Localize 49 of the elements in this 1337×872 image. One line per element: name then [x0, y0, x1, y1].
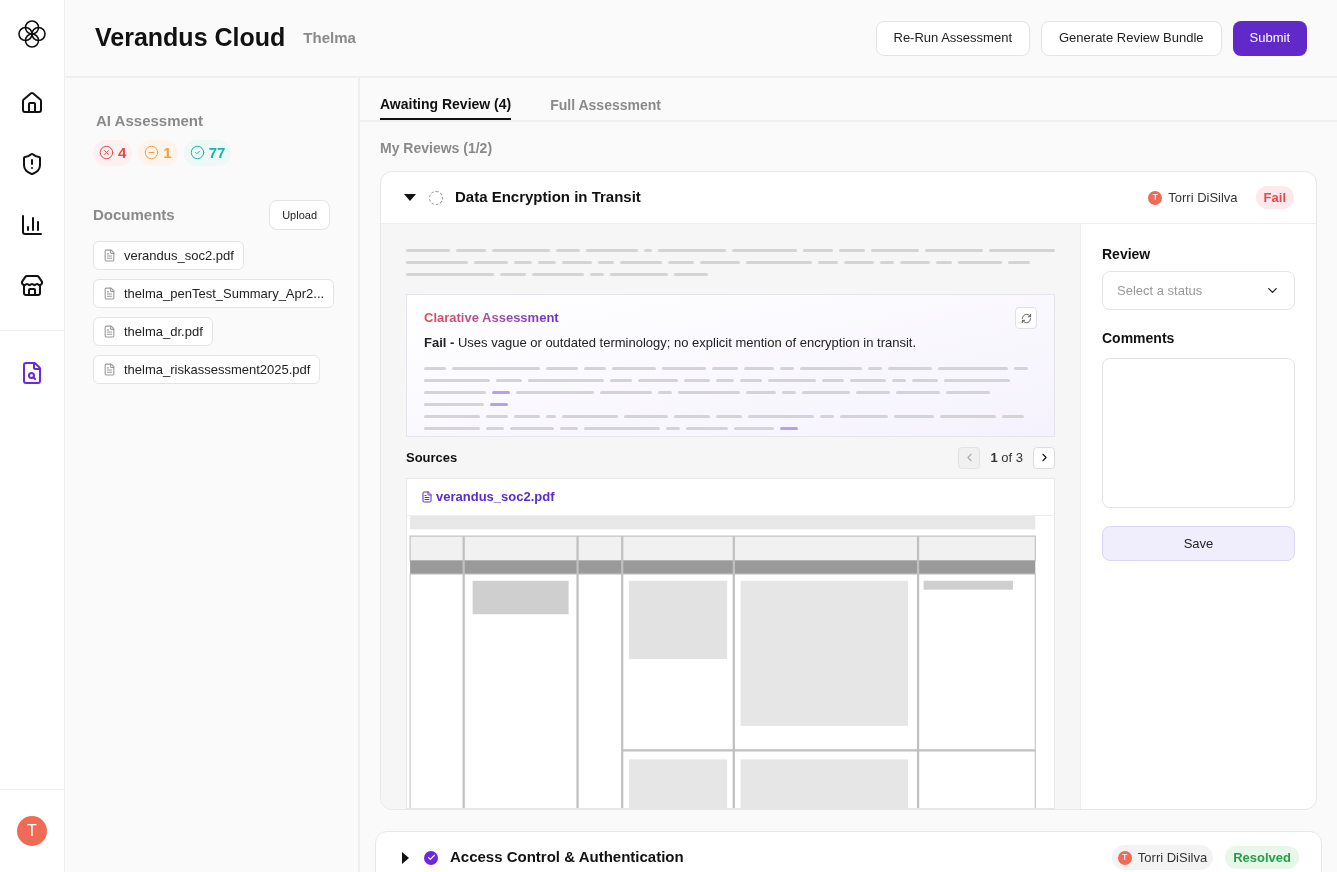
- comments-field[interactable]: [1102, 358, 1295, 508]
- submit-button[interactable]: Submit: [1232, 20, 1307, 56]
- document-chip[interactable]: thelma_riskassessment2025.pdf: [93, 355, 321, 384]
- store-icon[interactable]: [20, 274, 44, 298]
- count-badge: 77: [183, 139, 232, 166]
- document-chip[interactable]: thelma_penTest_Summary_Apr2...: [93, 279, 335, 308]
- review-title: Data Encryption in Transit: [455, 187, 641, 208]
- page-indicator: 1 of 3: [990, 448, 1023, 467]
- save-button[interactable]: Save: [1102, 526, 1295, 561]
- app-title: Verandus Cloud: [95, 22, 286, 54]
- refresh-button[interactable]: [1015, 307, 1037, 329]
- file-icon: [103, 249, 116, 262]
- review-label: Review: [1102, 245, 1152, 264]
- count-badge: 4: [93, 139, 133, 166]
- tab[interactable]: Awaiting Review (4): [380, 78, 512, 120]
- chart-icon[interactable]: [20, 213, 44, 237]
- upload-button[interactable]: Upload: [269, 200, 330, 230]
- home-icon[interactable]: [20, 91, 44, 115]
- shield-icon[interactable]: [20, 152, 44, 176]
- refresh-icon: [1020, 312, 1032, 324]
- check-circle-icon: [189, 145, 205, 161]
- review-title: Access Control & Authentication: [450, 847, 684, 868]
- document-search-icon[interactable]: [20, 361, 44, 385]
- minus-circle-icon: [144, 145, 160, 161]
- status-badge: Resolved: [1225, 845, 1299, 870]
- status-badge: Fail: [1255, 185, 1294, 210]
- section-heading: AI Assessment: [96, 111, 204, 131]
- file-icon: [103, 363, 116, 376]
- x-circle-icon: [99, 145, 114, 161]
- assessment-text: Fail - Uses vague or outdated terminology; no explicit mention of encryption in transit.: [424, 334, 918, 352]
- expand-toggle[interactable]: [403, 194, 417, 201]
- document-chip[interactable]: verandus_soc2.pdf: [93, 241, 244, 270]
- source-file-link[interactable]: verandus_soc2.pdf: [421, 486, 555, 507]
- count-badge: 1: [138, 139, 178, 166]
- section-heading: My Reviews (1/2): [380, 139, 494, 158]
- action-button[interactable]: Generate Review Bundle: [1041, 20, 1222, 56]
- action-button[interactable]: Re-Run Assessment: [875, 20, 1030, 56]
- section-heading: Documents: [93, 204, 175, 225]
- workspace-name: Thelma: [303, 27, 356, 48]
- reviewer-chip: T Torri DiSilva: [1111, 844, 1214, 871]
- next-page-button[interactable]: [1033, 446, 1055, 469]
- file-icon: [103, 325, 116, 338]
- logo-icon: [17, 19, 47, 49]
- comments-label: Comments: [1102, 329, 1176, 348]
- reviewer-chip: T Torri DiSilva: [1142, 184, 1244, 211]
- document-chip[interactable]: thelma_dr.pdf: [93, 317, 213, 346]
- file-icon: [421, 490, 433, 503]
- file-icon: [103, 287, 116, 300]
- sources-heading: Sources: [406, 448, 458, 467]
